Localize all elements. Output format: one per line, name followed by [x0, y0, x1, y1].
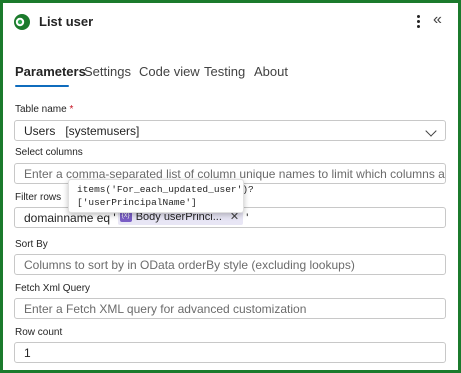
table-name-label: Table name *	[15, 104, 73, 115]
fetch-xml-input[interactable]: Enter a Fetch XML query for advanced cus…	[14, 298, 446, 319]
tooltip-line-1: items('For_each_updated_user')?	[77, 184, 254, 195]
tab-about[interactable]: About	[254, 64, 288, 79]
sort-by-placeholder: Columns to sort by in OData orderBy styl…	[24, 258, 355, 272]
tab-code-view[interactable]: Code view	[139, 64, 200, 79]
remove-token-icon[interactable]: ✕	[230, 211, 239, 223]
collapse-panel-icon[interactable]: «	[433, 11, 442, 29]
tooltip-line-2: ['userPrincipalName']	[77, 197, 197, 208]
sort-by-label: Sort By	[15, 239, 48, 250]
filter-rows-prefix: domainname eq '	[24, 211, 116, 225]
table-name-value: Users [systemusers]	[24, 124, 140, 138]
select-columns-label: Select columns	[15, 147, 83, 158]
dataverse-logo-icon	[14, 14, 30, 30]
token-label: Body userPrinci...	[135, 211, 222, 224]
sort-by-input[interactable]: Columns to sort by in OData orderBy styl…	[14, 254, 446, 275]
page-title: List user	[39, 14, 94, 29]
filter-rows-suffix: '	[246, 211, 249, 225]
panel-header: List user «	[3, 3, 458, 43]
tab-parameters[interactable]: Parameters	[15, 64, 86, 79]
tab-testing[interactable]: Testing	[204, 64, 245, 79]
tab-settings[interactable]: Settings	[84, 64, 131, 79]
row-count-label: Row count	[15, 327, 63, 338]
token-expression-tooltip: items('For_each_updated_user')? ['userPr…	[68, 179, 254, 213]
filter-rows-label: Filter rows	[15, 192, 62, 203]
action-panel: List user « Parameters Settings Code vie…	[0, 0, 461, 373]
fetch-xml-placeholder: Enter a Fetch XML query for advanced cus…	[24, 302, 307, 316]
table-name-label-text: Table name	[15, 104, 67, 115]
fetch-xml-label: Fetch Xml Query	[15, 283, 91, 294]
active-tab-indicator	[15, 85, 69, 87]
chevron-down-icon[interactable]	[425, 125, 437, 137]
more-options-icon[interactable]	[411, 13, 425, 31]
row-count-value: 1	[24, 346, 31, 360]
table-name-dropdown[interactable]: Users [systemusers]	[14, 120, 446, 141]
row-count-input[interactable]: 1	[14, 342, 446, 363]
required-asterisk: *	[69, 104, 74, 115]
